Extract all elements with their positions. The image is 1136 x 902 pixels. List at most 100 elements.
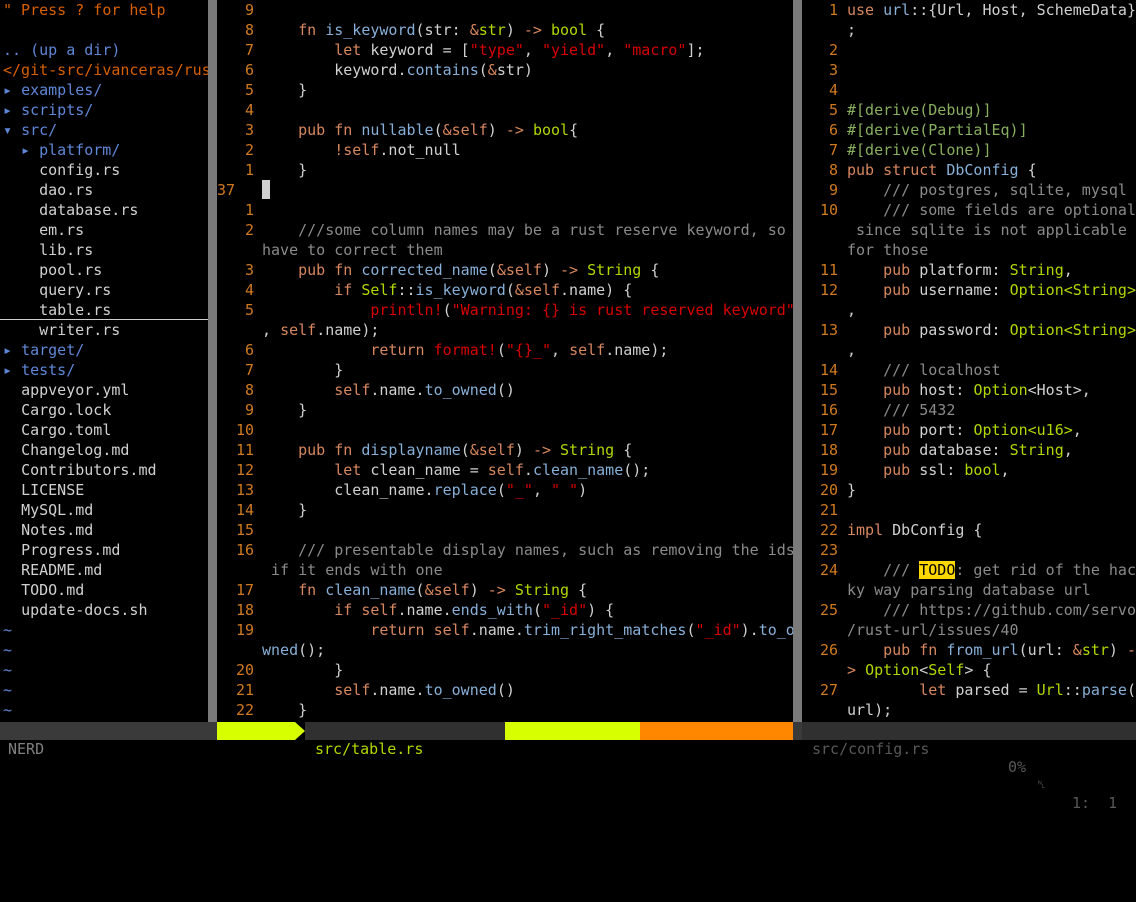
code-line[interactable]: 22 impl DbConfig { bbox=[802, 520, 1136, 540]
code-line[interactable]: 21 bbox=[802, 500, 1136, 520]
code-line[interactable]: 13 pub password: Option<String> bbox=[802, 320, 1136, 340]
code-line[interactable]: 11 pub fn displayname(&self) -> String { bbox=[217, 440, 793, 460]
code-line[interactable]: 1 } bbox=[217, 160, 793, 180]
tree-file-item[interactable]: config.rs bbox=[21, 160, 120, 180]
code-line[interactable]: 17 pub port: Option<u16>, bbox=[802, 420, 1136, 440]
code-line[interactable]: 10 /// some fields are optional bbox=[802, 200, 1136, 220]
code-line[interactable]: 6 #[derive(PartialEq)] bbox=[802, 120, 1136, 140]
code-line[interactable]: 1 bbox=[217, 200, 793, 220]
chevron-right-icon[interactable]: ▸ bbox=[21, 141, 39, 159]
code-line[interactable]: 3 pub fn corrected_name(&self) -> String… bbox=[217, 260, 793, 280]
code-line[interactable]: 15 pub host: Option<Host>, bbox=[802, 380, 1136, 400]
tree-file-item[interactable]: appveyor.yml bbox=[3, 380, 129, 400]
tree-file-item[interactable]: MySQL.md bbox=[3, 500, 93, 520]
code-line[interactable]: 19 return self.name.trim_right_matches("… bbox=[217, 620, 793, 640]
code-line[interactable]: if it ends with one bbox=[217, 560, 793, 580]
code-line[interactable]: , bbox=[802, 340, 1136, 360]
code-line[interactable]: 19 pub ssl: bool, bbox=[802, 460, 1136, 480]
code-line[interactable]: 1 use url::{Url, Host, SchemeData} bbox=[802, 0, 1136, 20]
code-line[interactable]: 9 bbox=[217, 0, 793, 20]
code-line[interactable]: 17 fn clean_name(&self) -> String { bbox=[217, 580, 793, 600]
tree-dir-item[interactable]: ▸ target/ bbox=[3, 340, 84, 360]
code-line[interactable]: 3 pub fn nullable(&self) -> bool{ bbox=[217, 120, 793, 140]
tree-file-item[interactable]: query.rs bbox=[21, 280, 111, 300]
tree-dir-item[interactable]: ▾ src/ bbox=[3, 120, 57, 140]
chevron-right-icon[interactable]: ▸ bbox=[3, 101, 21, 119]
code-line[interactable]: 16 /// presentable display names, such a… bbox=[217, 540, 793, 560]
tree-file-item[interactable]: em.rs bbox=[21, 220, 84, 240]
code-line[interactable]: 21 self.name.to_owned() bbox=[217, 680, 793, 700]
code-line[interactable]: 27 let parsed = Url::parse( bbox=[802, 680, 1136, 700]
code-line[interactable]: 18 pub database: String, bbox=[802, 440, 1136, 460]
chevron-right-icon[interactable]: ▸ bbox=[3, 361, 21, 379]
tree-file-item[interactable]: Progress.md bbox=[3, 540, 120, 560]
tree-dir-item[interactable]: ▸ platform/ bbox=[21, 140, 120, 160]
code-line[interactable]: 20} bbox=[802, 480, 1136, 500]
code-line[interactable]: , self.name); bbox=[217, 320, 793, 340]
code-line[interactable]: since sqlite is not applicable bbox=[802, 220, 1136, 240]
tree-file-item[interactable]: lib.rs bbox=[21, 240, 93, 260]
tree-file-item[interactable]: table.rs bbox=[0, 300, 208, 320]
chevron-down-icon[interactable]: ▾ bbox=[3, 121, 21, 139]
nerdtree-up-dir[interactable]: .. (up a dir) bbox=[3, 40, 120, 60]
code-line[interactable]: 6 return format!("{}_", self.name); bbox=[217, 340, 793, 360]
tree-file-item[interactable]: README.md bbox=[3, 560, 102, 580]
code-line[interactable]: 2 !self.not_null bbox=[217, 140, 793, 160]
chevron-right-icon[interactable]: ▸ bbox=[3, 341, 21, 359]
tree-file-item[interactable]: dao.rs bbox=[21, 180, 93, 200]
code-line[interactable]: 20 } bbox=[217, 660, 793, 680]
code-line[interactable]: 18 if self.name.ends_with("_id") { bbox=[217, 600, 793, 620]
code-line[interactable]: 10 bbox=[217, 420, 793, 440]
code-line[interactable]: 4 if Self::is_keyword(&self.name) { bbox=[217, 280, 793, 300]
code-line[interactable]: 5 } bbox=[217, 80, 793, 100]
tree-file-item[interactable]: LICENSE bbox=[3, 480, 84, 500]
tree-file-item[interactable]: Cargo.toml bbox=[3, 420, 111, 440]
code-line[interactable]: wned(); bbox=[217, 640, 793, 660]
tree-file-item[interactable]: Notes.md bbox=[3, 520, 93, 540]
code-line[interactable]: 14 } bbox=[217, 500, 793, 520]
split-divider[interactable] bbox=[793, 0, 802, 722]
code-line[interactable]: /rust-url/issues/40 bbox=[802, 620, 1136, 640]
code-line[interactable]: 7 let keyword = ["type", "yield", "macro… bbox=[217, 40, 793, 60]
code-line[interactable]: 22 } bbox=[217, 700, 793, 720]
code-line[interactable]: 11 pub platform: String, bbox=[802, 260, 1136, 280]
code-line[interactable]: 26 pub fn from_url(url: &str) - bbox=[802, 640, 1136, 660]
nerdtree-root-path[interactable]: </git-src/ivanceras/rus bbox=[3, 60, 208, 80]
code-line[interactable]: > Option<Self> { bbox=[802, 660, 1136, 680]
tree-file-item[interactable]: database.rs bbox=[21, 200, 138, 220]
code-line[interactable]: 9 } bbox=[217, 400, 793, 420]
code-line[interactable]: 9 /// postgres, sqlite, mysql bbox=[802, 180, 1136, 200]
code-line[interactable]: 13 clean_name.replace("_", " ") bbox=[217, 480, 793, 500]
code-line[interactable]: 15 bbox=[217, 520, 793, 540]
code-line[interactable]: 5 #[derive(Debug)] bbox=[802, 100, 1136, 120]
tree-file-item[interactable]: writer.rs bbox=[21, 320, 120, 340]
code-line[interactable]: 6 keyword.contains(&str) bbox=[217, 60, 793, 80]
editor-table-rs[interactable]: 98 fn is_keyword(str: &str) -> bool {7 l… bbox=[217, 0, 793, 722]
code-line[interactable]: 7 } bbox=[217, 360, 793, 380]
tree-dir-item[interactable]: ▸ examples/ bbox=[3, 80, 102, 100]
tree-dir-item[interactable]: ▸ tests/ bbox=[3, 360, 75, 380]
code-line[interactable]: , bbox=[802, 300, 1136, 320]
code-line[interactable]: 23 bbox=[802, 540, 1136, 560]
code-line[interactable]: 5 println!("Warning: {} is rust reserved… bbox=[217, 300, 793, 320]
code-line[interactable]: 24 /// TODO: get rid of the hac bbox=[802, 560, 1136, 580]
code-line[interactable]: 12 pub username: Option<String> bbox=[802, 280, 1136, 300]
editor-config-rs[interactable]: 1 use url::{Url, Host, SchemeData};2 3 4 5 #[… bbox=[802, 0, 1136, 722]
code-line[interactable]: url); bbox=[802, 700, 1136, 720]
tree-file-item[interactable]: Cargo.lock bbox=[3, 400, 111, 420]
split-divider[interactable] bbox=[208, 0, 217, 722]
tree-file-item[interactable]: Contributors.md bbox=[3, 460, 156, 480]
code-line[interactable]: 25 /// https://github.com/servo bbox=[802, 600, 1136, 620]
code-line[interactable]: 37 bbox=[217, 180, 793, 200]
tree-dir-item[interactable]: ▸ scripts/ bbox=[3, 100, 93, 120]
code-line[interactable]: 4 bbox=[802, 80, 1136, 100]
code-line[interactable]: have to correct them bbox=[217, 240, 793, 260]
code-line[interactable]: 8 pub struct DbConfig { bbox=[802, 160, 1136, 180]
tree-file-item[interactable]: pool.rs bbox=[21, 260, 102, 280]
code-line[interactable]: 7 #[derive(Clone)] bbox=[802, 140, 1136, 160]
tree-file-item[interactable]: update-docs.sh bbox=[3, 600, 147, 620]
code-line[interactable]: for those bbox=[802, 240, 1136, 260]
chevron-right-icon[interactable]: ▸ bbox=[3, 81, 21, 99]
code-line[interactable]: ; bbox=[802, 20, 1136, 40]
code-line[interactable]: 16 /// 5432 bbox=[802, 400, 1136, 420]
